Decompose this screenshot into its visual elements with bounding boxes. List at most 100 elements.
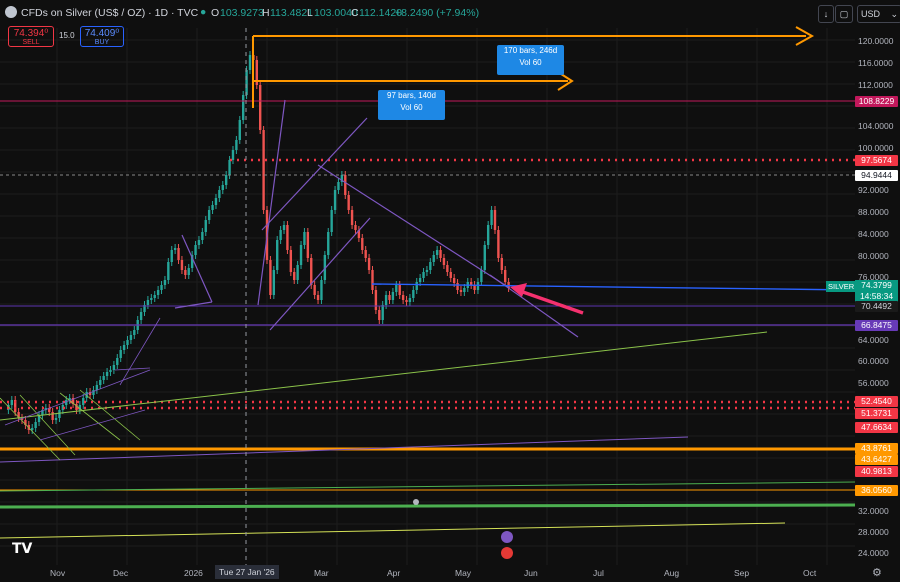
candle-body[interactable] (211, 205, 214, 210)
candle-body[interactable] (177, 248, 180, 260)
candle-body[interactable] (95, 385, 99, 390)
candle-body[interactable] (486, 225, 490, 245)
candle-body[interactable] (170, 250, 173, 262)
candle-body[interactable] (480, 270, 483, 282)
lightning-event-marker[interactable] (501, 531, 513, 543)
candle-body[interactable] (493, 210, 497, 230)
candle-body[interactable] (150, 298, 153, 300)
candle-body[interactable] (401, 295, 405, 300)
candle-body[interactable] (218, 190, 221, 198)
candle-body[interactable] (126, 340, 129, 345)
candle-body[interactable] (310, 258, 313, 285)
candle-body[interactable] (371, 270, 374, 290)
candle-body[interactable] (313, 285, 316, 295)
candle-body[interactable] (163, 280, 167, 285)
candle-body[interactable] (333, 190, 337, 210)
candle-body[interactable] (483, 245, 486, 270)
candle-body[interactable] (235, 140, 238, 150)
candle-body[interactable] (228, 160, 231, 175)
buy-button[interactable]: 74.409⁰ BUY (80, 26, 124, 47)
settings-gear-icon[interactable]: ⚙ (872, 566, 882, 579)
currency-select[interactable]: USD ⌄ (857, 5, 900, 23)
screenshot-button[interactable]: ▢ (835, 5, 853, 23)
candle-body[interactable] (405, 300, 408, 302)
channel-line-8[interactable] (119, 317, 161, 386)
candle-body[interactable] (112, 365, 116, 370)
tradingview-logo[interactable]: TV (12, 541, 32, 557)
candle-body[interactable] (231, 150, 235, 160)
candle-body[interactable] (99, 380, 102, 385)
wedge-line-5[interactable] (269, 217, 371, 331)
candle-body[interactable] (289, 250, 293, 272)
candle-body[interactable] (109, 370, 112, 372)
candle-body[interactable] (269, 260, 272, 295)
pink-arrow-shaft[interactable] (519, 289, 584, 315)
candle-body[interactable] (350, 210, 354, 225)
candle-body[interactable] (500, 258, 503, 270)
candle-body[interactable] (214, 198, 218, 205)
candle-body[interactable] (122, 345, 126, 350)
candle-body[interactable] (173, 248, 177, 250)
candle-body[interactable] (378, 310, 381, 320)
candle-body[interactable] (497, 230, 500, 258)
candle-body[interactable] (452, 278, 456, 283)
candle-body[interactable] (282, 225, 286, 230)
candle-body[interactable] (391, 292, 395, 300)
candle-body[interactable] (442, 258, 446, 265)
candle-body[interactable] (262, 130, 265, 210)
candle-body[interactable] (245, 70, 248, 95)
candle-body[interactable] (418, 278, 422, 282)
candle-body[interactable] (303, 232, 306, 245)
candle-body[interactable] (160, 285, 163, 290)
candle-body[interactable] (381, 305, 384, 320)
candle-body[interactable] (153, 295, 156, 298)
candle-body[interactable] (248, 55, 252, 70)
candle-body[interactable] (384, 295, 388, 305)
candle-body[interactable] (105, 372, 109, 376)
candle-body[interactable] (408, 298, 412, 302)
candle-body[interactable] (204, 220, 207, 232)
price-chart-canvas[interactable] (0, 0, 900, 582)
candle-body[interactable] (330, 210, 333, 232)
candle-body[interactable] (320, 280, 323, 300)
candle-body[interactable] (197, 240, 201, 245)
candle-body[interactable] (293, 272, 296, 280)
candle-body[interactable] (395, 285, 398, 292)
candle-body[interactable] (344, 175, 347, 195)
candle-body[interactable] (51, 412, 54, 420)
candle-body[interactable] (180, 260, 184, 270)
candle-body[interactable] (34, 422, 37, 428)
candle-body[interactable] (184, 270, 187, 275)
candle-body[interactable] (238, 120, 241, 140)
candle-body[interactable] (10, 400, 14, 405)
candle-body[interactable] (241, 95, 245, 120)
candle-body[interactable] (425, 270, 429, 272)
candle-body[interactable] (439, 250, 442, 258)
wedge-line-1[interactable] (174, 301, 213, 309)
candle-body[interactable] (503, 270, 507, 282)
candle-body[interactable] (354, 225, 357, 230)
candle-body[interactable] (207, 210, 211, 220)
candle-body[interactable] (490, 210, 493, 225)
candle-body[interactable] (412, 290, 415, 298)
candle-body[interactable] (361, 238, 364, 250)
candle-body[interactable] (54, 418, 58, 420)
green-support-line[interactable] (0, 503, 856, 509)
download-button[interactable]: ↓ (818, 5, 834, 23)
candle-body[interactable] (459, 290, 463, 292)
candle-body[interactable] (286, 225, 289, 250)
candle-body[interactable] (119, 350, 122, 358)
candle-body[interactable] (364, 250, 367, 258)
channel-line-5[interactable] (4, 369, 151, 426)
candle-body[interactable] (146, 300, 150, 305)
blue-horizontal-ray[interactable] (371, 283, 856, 291)
candle-body[interactable] (432, 255, 435, 262)
candle-body[interactable] (449, 272, 452, 278)
candle-body[interactable] (31, 428, 34, 430)
candle-body[interactable] (156, 290, 160, 295)
candle-body[interactable] (272, 270, 276, 295)
candle-body[interactable] (259, 85, 262, 130)
candle-body[interactable] (327, 232, 330, 255)
candle-body[interactable] (201, 232, 204, 240)
candle-body[interactable] (446, 265, 449, 272)
